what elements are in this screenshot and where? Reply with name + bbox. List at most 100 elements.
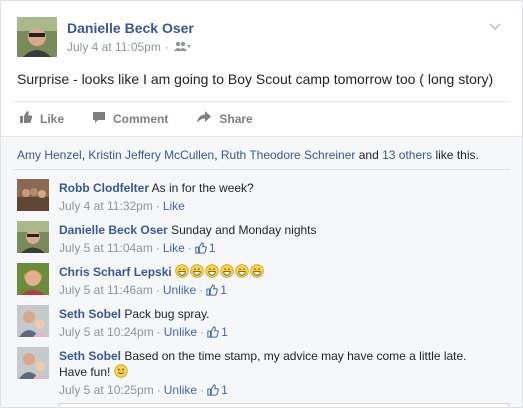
viewer-avatar <box>17 404 49 407</box>
comment-timestamp[interactable]: July 5 at 10:25pm <box>59 382 154 398</box>
comment-item: Danielle Beck Oser Sunday and Monday nig… <box>17 221 506 257</box>
speech-bubble-icon <box>92 110 106 127</box>
share-label: Share <box>219 111 253 126</box>
commenter-name[interactable]: Robb Clodfelter <box>59 181 149 195</box>
meta-dot: · <box>155 199 160 213</box>
thumbs-up-icon <box>195 242 207 254</box>
comment-item: Robb Clodfelter As in for the week? July… <box>17 179 506 215</box>
comment-body: Danielle Beck Oser Sunday and Monday nig… <box>59 222 506 256</box>
like-label: Like <box>40 111 65 126</box>
commenter-avatar[interactable] <box>17 263 49 295</box>
comment-like-button[interactable]: Like <box>163 198 185 214</box>
commenter-name[interactable]: Seth Sobel <box>59 307 121 321</box>
comment-text: Based on the time stamp, my advice may h… <box>124 349 467 363</box>
meta-dot: · <box>155 283 160 297</box>
thumbs-up-icon <box>207 326 219 338</box>
comment-meta: July 4 at 11:32pm · Like <box>59 198 506 214</box>
author-avatar[interactable] <box>17 17 57 57</box>
liker-link[interactable]: Kristin Jeffery McCullen <box>88 148 214 162</box>
like-button[interactable]: Like <box>19 110 64 127</box>
likes-others-link[interactable]: 13 others <box>382 148 432 162</box>
commenter-avatar[interactable] <box>17 179 49 211</box>
reply-input[interactable] <box>59 403 509 407</box>
commenter-avatar[interactable] <box>17 221 49 253</box>
comment-label: Comment <box>113 111 169 126</box>
comment-like-count[interactable]: 1 <box>195 240 216 256</box>
post-header: Danielle Beck Oser July 4 at 11:05pm · <box>17 17 510 61</box>
meta-dot: · <box>187 241 192 255</box>
commenter-avatar[interactable] <box>17 347 49 379</box>
meta-separator: · <box>164 40 169 54</box>
comment-unlike-button[interactable]: Unlike <box>164 324 197 340</box>
commenter-avatar[interactable] <box>17 305 49 337</box>
comment-timestamp[interactable]: July 5 at 10:24pm <box>59 324 154 340</box>
grin-emoji-icon <box>220 264 234 278</box>
comment-meta: July 5 at 11:04am · Like · 1 <box>59 240 506 256</box>
comment-like-count[interactable]: 1 <box>207 324 228 340</box>
liker-link[interactable]: Ruth Theodore Schreiner <box>221 148 356 162</box>
post-author-name[interactable]: Danielle Beck Oser <box>67 20 194 36</box>
like-count: 1 <box>208 241 216 255</box>
meta-dot: · <box>155 241 160 255</box>
meta-dot: · <box>156 325 161 339</box>
comment-body: Chris Scharf Lepski July 5 at 11:46am · … <box>59 264 506 298</box>
post-text: Surprise - looks like I am going to Boy … <box>17 71 494 87</box>
comment-text: Pack bug spray. <box>124 307 210 321</box>
grin-emoji-icon <box>235 264 249 278</box>
comment-body: Robb Clodfelter As in for the week? July… <box>59 180 506 214</box>
commenter-name[interactable]: Danielle Beck Oser <box>59 223 168 237</box>
liker-link[interactable]: Amy Henzel <box>17 148 82 162</box>
comment-button[interactable]: Comment <box>92 110 168 127</box>
friends-icon[interactable] <box>173 40 191 54</box>
comment-emoji-group <box>175 264 265 279</box>
grin-emoji-icon <box>190 264 204 278</box>
share-arrow-icon <box>196 110 212 127</box>
comment-text-line2: Have fun! <box>59 365 111 379</box>
comment-unlike-button[interactable]: Unlike <box>163 282 196 298</box>
post-timestamp[interactable]: July 4 at 11:05pm <box>67 40 161 54</box>
chevron-down-icon[interactable] <box>488 19 502 33</box>
comment-item: Chris Scharf Lepski July 5 at 11:46am · … <box>17 263 506 299</box>
likes-summary: Amy Henzel, Kristin Jeffery McCullen, Ru… <box>17 148 479 162</box>
comment-like-button[interactable]: Like <box>163 240 185 256</box>
commenter-name[interactable]: Seth Sobel <box>59 349 121 363</box>
comment-item: Seth Sobel Pack bug spray. July 5 at 10:… <box>17 305 506 341</box>
comments-section: Amy Henzel, Kristin Jeffery McCullen, Ru… <box>1 136 522 407</box>
thumbs-up-icon <box>19 110 33 127</box>
like-count: 1 <box>221 325 228 339</box>
comment-body: Seth Sobel Pack bug spray. July 5 at 10:… <box>59 306 506 340</box>
like-count: 1 <box>221 383 228 397</box>
comment-timestamp[interactable]: July 5 at 11:04am <box>59 240 153 256</box>
commenter-name[interactable]: Chris Scharf Lepski <box>59 265 172 279</box>
comment-body: Seth Sobel Based on the time stamp, my a… <box>59 348 506 398</box>
likes-and: and <box>355 148 383 162</box>
meta-dot: · <box>200 325 205 339</box>
comment-unlike-button[interactable]: Unlike <box>164 382 197 398</box>
comment-meta: July 5 at 11:46am · Unlike · 1 <box>59 282 506 298</box>
meta-dot: · <box>156 383 161 397</box>
post-card: Danielle Beck Oser July 4 at 11:05pm · S… <box>0 0 523 408</box>
meta-dot: · <box>200 383 205 397</box>
share-button[interactable]: Share <box>196 110 253 127</box>
grin-emoji-icon <box>205 264 219 278</box>
comment-timestamp[interactable]: July 5 at 11:46am <box>59 282 153 298</box>
comment-meta: July 5 at 10:25pm · Unlike · 1 <box>59 382 506 398</box>
smiley-icon <box>114 364 129 379</box>
comment-like-count[interactable]: 1 <box>206 282 227 298</box>
comment-text: As in for the week? <box>151 181 254 195</box>
likes-separator: , <box>214 148 221 162</box>
like-count: 1 <box>220 283 227 297</box>
comment-timestamp[interactable]: July 4 at 11:32pm <box>59 198 153 214</box>
likes-suffix: like this. <box>432 148 479 162</box>
meta-dot: · <box>199 283 204 297</box>
divider <box>13 169 510 170</box>
comment-like-count[interactable]: 1 <box>207 382 228 398</box>
comment-item: Seth Sobel Based on the time stamp, my a… <box>17 347 506 403</box>
post-meta: July 4 at 11:05pm · <box>67 40 191 54</box>
post-actions: Like Comment Share <box>13 101 510 135</box>
comment-text: Sunday and Monday nights <box>171 223 317 237</box>
grin-emoji-icon <box>250 264 264 278</box>
grin-emoji-icon <box>175 264 189 278</box>
thumbs-up-icon <box>206 284 219 296</box>
thumbs-up-icon <box>207 384 219 396</box>
